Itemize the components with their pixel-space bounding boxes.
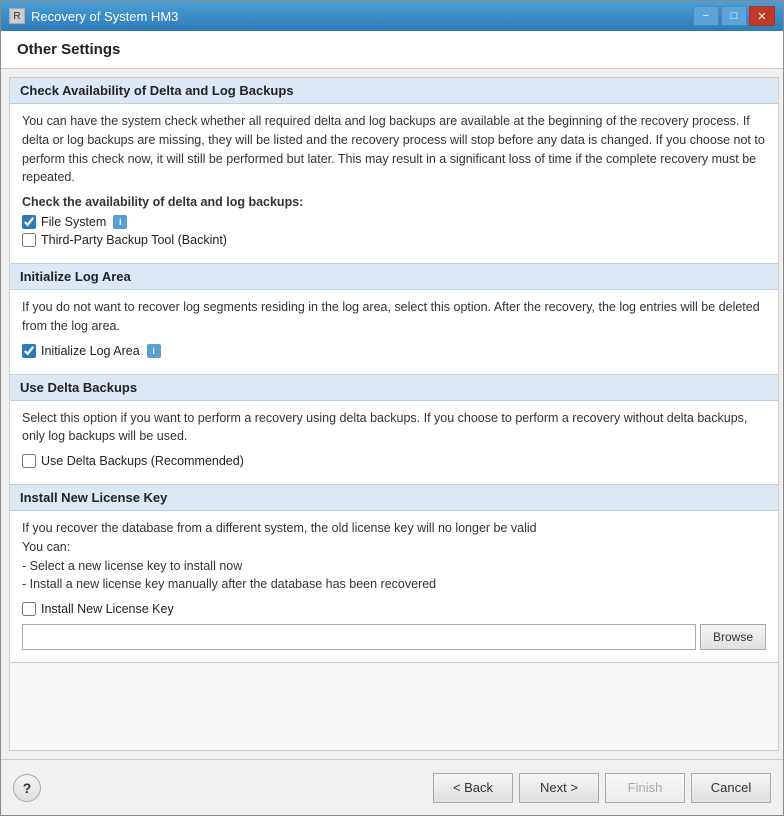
section-license-key: Install New License Key If you recover t… bbox=[10, 485, 778, 663]
license-checkbox[interactable] bbox=[22, 602, 36, 616]
initlog-info-icon: i bbox=[147, 344, 161, 358]
section-init-log-header: Initialize Log Area bbox=[10, 264, 778, 290]
section-license-key-header: Install New License Key bbox=[10, 485, 778, 511]
thirdparty-row: Third-Party Backup Tool (Backint) bbox=[22, 233, 766, 247]
minimize-button[interactable]: − bbox=[693, 6, 719, 26]
main-window: R Recovery of System HM3 − □ ✕ Other Set… bbox=[0, 0, 784, 816]
license-label[interactable]: Install New License Key bbox=[41, 602, 174, 616]
title-bar-controls: − □ ✕ bbox=[693, 6, 775, 26]
help-button[interactable]: ? bbox=[13, 774, 41, 802]
page-title: Other Settings bbox=[17, 41, 767, 58]
check-availability-label: Check the availability of delta and log … bbox=[22, 195, 766, 209]
cancel-button[interactable]: Cancel bbox=[691, 773, 771, 803]
initlog-label[interactable]: Initialize Log Area bbox=[41, 344, 140, 358]
filesystem-label[interactable]: File System bbox=[41, 215, 106, 229]
thirdparty-label[interactable]: Third-Party Backup Tool (Backint) bbox=[41, 233, 227, 247]
section-delta-log-header: Check Availability of Delta and Log Back… bbox=[10, 78, 778, 104]
license-row: Install New License Key bbox=[22, 602, 766, 616]
title-bar-left: R Recovery of System HM3 bbox=[9, 8, 178, 24]
page-header: Other Settings bbox=[1, 31, 783, 69]
title-bar: R Recovery of System HM3 − □ ✕ bbox=[1, 1, 783, 31]
filesystem-row: File System i bbox=[22, 215, 766, 229]
section-delta-log: Check Availability of Delta and Log Back… bbox=[10, 78, 778, 264]
section-init-log-body: If you do not want to recover log segmen… bbox=[10, 290, 778, 374]
section-delta-backups-header: Use Delta Backups bbox=[10, 375, 778, 401]
license-desc-line1: If you recover the database from a diffe… bbox=[22, 519, 766, 594]
window-icon: R bbox=[9, 8, 25, 24]
initlog-checkbox[interactable] bbox=[22, 344, 36, 358]
section-delta-backups-desc: Select this option if you want to perfor… bbox=[22, 409, 766, 447]
license-key-input[interactable] bbox=[22, 624, 696, 650]
thirdparty-checkbox[interactable] bbox=[22, 233, 36, 247]
license-input-row: Browse bbox=[22, 624, 766, 650]
delta-label[interactable]: Use Delta Backups (Recommended) bbox=[41, 454, 244, 468]
section-delta-log-desc: You can have the system check whether al… bbox=[22, 112, 766, 187]
scroll-panel[interactable]: Check Availability of Delta and Log Back… bbox=[9, 77, 779, 751]
footer: ? < Back Next > Finish Cancel bbox=[1, 759, 783, 815]
back-button[interactable]: < Back bbox=[433, 773, 513, 803]
close-button[interactable]: ✕ bbox=[749, 6, 775, 26]
finish-button[interactable]: Finish bbox=[605, 773, 685, 803]
section-delta-backups: Use Delta Backups Select this option if … bbox=[10, 375, 778, 486]
window-title: Recovery of System HM3 bbox=[31, 9, 178, 24]
section-init-log-desc: If you do not want to recover log segmen… bbox=[22, 298, 766, 336]
delta-row: Use Delta Backups (Recommended) bbox=[22, 454, 766, 468]
browse-button[interactable]: Browse bbox=[700, 624, 766, 650]
restore-button[interactable]: □ bbox=[721, 6, 747, 26]
section-delta-log-body: You can have the system check whether al… bbox=[10, 104, 778, 263]
filesystem-checkbox[interactable] bbox=[22, 215, 36, 229]
next-button[interactable]: Next > bbox=[519, 773, 599, 803]
main-content: Check Availability of Delta and Log Back… bbox=[1, 69, 783, 759]
filesystem-info-icon: i bbox=[113, 215, 127, 229]
initlog-row: Initialize Log Area i bbox=[22, 344, 766, 358]
section-license-key-body: If you recover the database from a diffe… bbox=[10, 511, 778, 662]
footer-buttons: < Back Next > Finish Cancel bbox=[433, 773, 771, 803]
section-init-log: Initialize Log Area If you do not want t… bbox=[10, 264, 778, 375]
delta-checkbox[interactable] bbox=[22, 454, 36, 468]
section-delta-backups-body: Select this option if you want to perfor… bbox=[10, 401, 778, 485]
